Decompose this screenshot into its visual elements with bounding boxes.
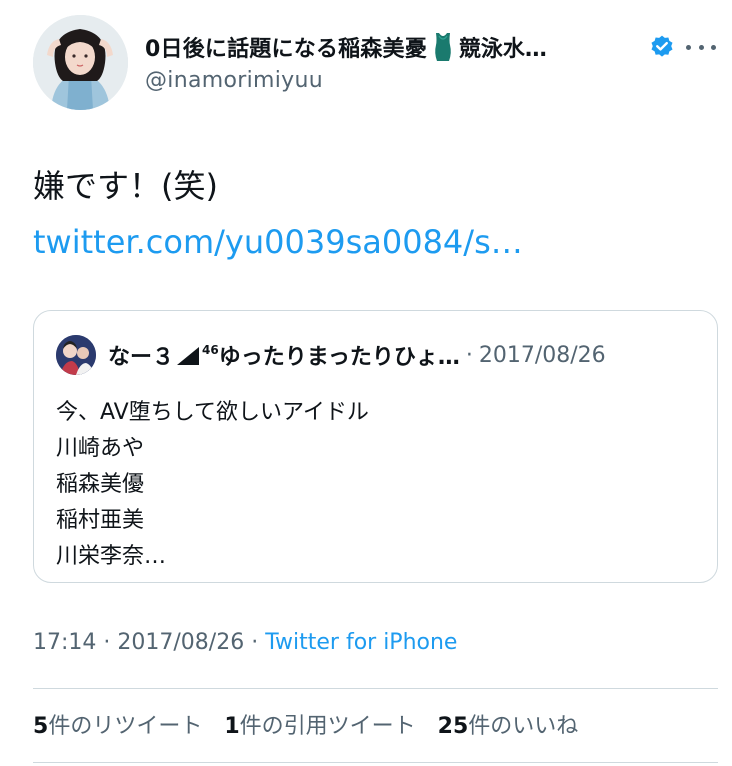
divider [33, 688, 718, 689]
verified-badge-icon [649, 34, 675, 60]
more-dot [686, 44, 691, 50]
author-display-name[interactable]: 0日後に話題になる稲森美憂 [145, 31, 427, 63]
author-avatar[interactable] [33, 15, 128, 110]
quoted-line: 川栄李奈… [56, 544, 167, 569]
quoted-name-part2: ゆったりまったりひょ… [218, 345, 460, 370]
more-dot [711, 44, 716, 50]
quoted-date[interactable]: 2017/08/26 [479, 343, 606, 368]
tweet-body: 嫌です！(笑) [33, 167, 218, 205]
quote-count-link[interactable]: 1件の引用ツイート [224, 708, 415, 740]
quote-count: 1 [224, 714, 240, 739]
quoted-line: 川崎あや [56, 436, 145, 461]
quoted-tweet-header: なー３ 46ゆったりまったりひょ… · 2017/08/26 [56, 335, 606, 375]
tweet-source-link[interactable]: Twitter for iPhone [265, 630, 457, 655]
author-handle[interactable]: @inamorimiyuu [145, 68, 323, 93]
tweet-stats: 5件のリツイート 1件の引用ツイート 25件のいいね [33, 708, 600, 740]
quoted-name-superscript: 46 [202, 343, 219, 357]
quoted-line: 稲村亜美 [56, 508, 145, 533]
meta-separator: · [103, 630, 111, 655]
divider [33, 762, 718, 763]
quoted-tweet-text: 今、AV堕ちして欲しいアイドル 川崎あや 稲森美優 稲村亜美 川栄李奈… [56, 395, 369, 575]
more-options-icon[interactable] [686, 34, 716, 60]
tweet-date[interactable]: 2017/08/26 [117, 630, 244, 655]
author-display-name-suffix[interactable]: 競泳水… [459, 31, 547, 63]
tweet-link[interactable]: twitter.com/yu0039sa0084/s… [33, 223, 523, 261]
tweet-detail: 0日後に話題になる稲森美憂 競泳水… @inamorimiyuu 嫌です！(笑)… [0, 0, 732, 766]
quoted-author-name[interactable]: なー３ 46ゆったりまったりひょ… [108, 339, 460, 371]
quoted-name-part1: なー３ [108, 345, 175, 370]
more-dot [698, 44, 704, 50]
like-label: 件のいいね [468, 714, 579, 739]
quoted-separator: · [465, 342, 473, 368]
tweet-time[interactable]: 17:14 [33, 630, 96, 655]
retweet-count-link[interactable]: 5件のリツイート [33, 708, 202, 740]
like-count: 25 [437, 714, 469, 739]
tweet-text: 嫌です！(笑) twitter.com/yu0039sa0084/s… [33, 158, 693, 270]
quoted-line: 稲森美優 [56, 472, 145, 497]
signal-triangle-icon [175, 346, 201, 366]
retweet-count: 5 [33, 714, 49, 739]
quoted-author-avatar[interactable] [56, 335, 96, 375]
like-count-link[interactable]: 25件のいいね [438, 708, 579, 740]
quoted-line: 今、AV堕ちして欲しいアイドル [56, 400, 369, 425]
meta-separator: · [251, 630, 259, 655]
quoted-tweet-card[interactable]: なー３ 46ゆったりまったりひょ… · 2017/08/26 今、AV堕ちして欲し… [33, 310, 718, 583]
tweet-meta: 17:14 · 2017/08/26 · Twitter for iPhone [33, 630, 457, 655]
retweet-label: 件のリツイート [48, 714, 203, 739]
quote-label: 件の引用ツイート [239, 714, 416, 739]
author-name-row[interactable]: 0日後に話題になる稲森美憂 競泳水… [145, 30, 547, 64]
swimsuit-emoji-icon [433, 33, 453, 61]
